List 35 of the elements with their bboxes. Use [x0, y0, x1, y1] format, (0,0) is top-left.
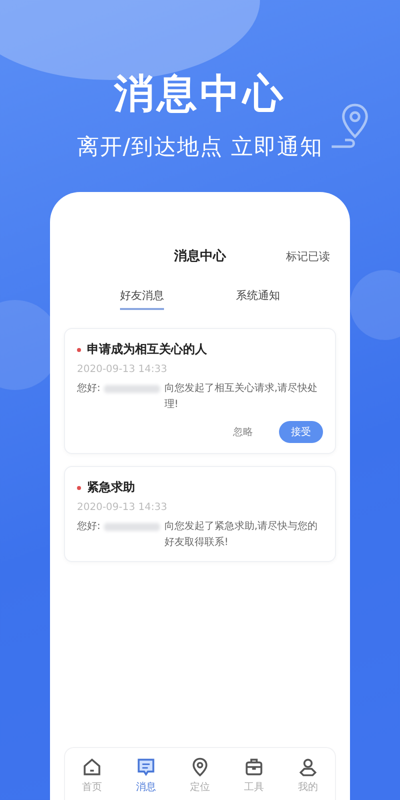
message-time: 2020-09-13 14:33 [77, 364, 168, 375]
nav-label: 消息 [136, 780, 156, 794]
bullet-dot [77, 348, 81, 352]
briefcase-icon [243, 756, 265, 778]
person-icon [297, 756, 319, 778]
tab[interactable]: 好友消息 [120, 288, 164, 310]
screen-title: 消息中心 [174, 248, 226, 265]
ignore-button[interactable]: 忽略 [221, 421, 265, 443]
message-body: 向您发起了相互关心请求,请尽快处理! [164, 382, 319, 412]
subtitle: 离开/到达地点 立即通知 [76, 134, 324, 162]
nav-item[interactable]: 消息 [135, 756, 157, 794]
nav-item[interactable]: 工具 [243, 756, 265, 794]
bullet-dot [77, 486, 81, 490]
headline: 消息中心 [114, 70, 286, 118]
nav-label: 定位 [190, 780, 210, 794]
nav-label: 首页 [82, 781, 102, 794]
message-body: 向您发起了紧急求助,请尽快与您的好友取得联系! [164, 520, 319, 550]
message-title: 紧急求助 [87, 479, 135, 496]
tab[interactable]: 系统通知 [236, 288, 280, 310]
nav-label: 我的 [298, 780, 318, 794]
message-time: 2020-09-13 14:33 [77, 502, 168, 513]
message-icon [135, 756, 157, 778]
background-circle [350, 270, 400, 340]
greeting-text: 您好: [77, 382, 100, 396]
redacted-mark [104, 523, 160, 531]
mark-read-link[interactable]: 标记已读 [286, 248, 330, 264]
greeting-text: 您好: [77, 520, 100, 534]
accept-button[interactable]: 接受 [279, 421, 323, 443]
message-title: 申请成为相互关心的人 [87, 341, 207, 358]
nav-label: 工具 [244, 781, 264, 794]
nav-item[interactable]: 我的 [297, 756, 319, 794]
redacted-mark [104, 385, 160, 393]
nav-item[interactable]: 首页 [81, 756, 103, 794]
home-icon [81, 756, 103, 778]
nav-item[interactable]: 定位 [189, 756, 211, 794]
